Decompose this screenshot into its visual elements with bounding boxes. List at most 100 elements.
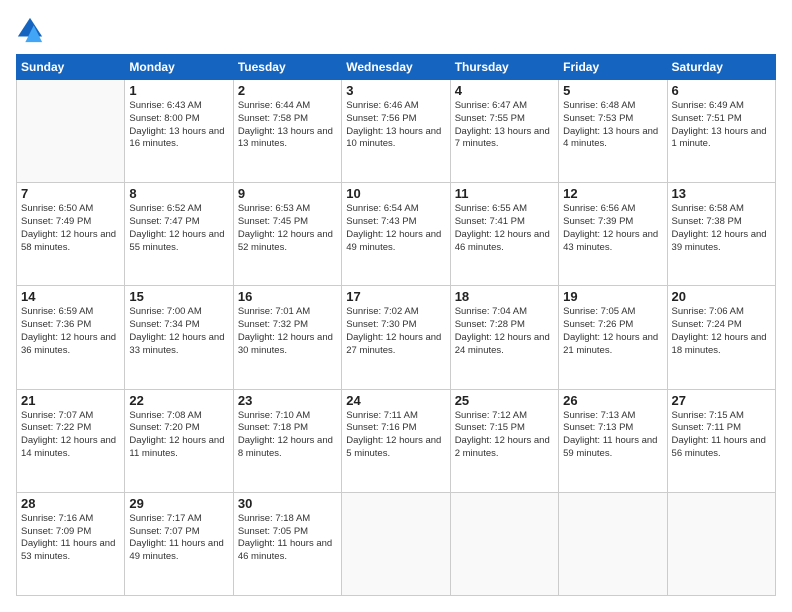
day-number: 19 (563, 289, 662, 304)
calendar-cell: 28 Sunrise: 7:16 AM Sunset: 7:09 PM Dayli… (17, 492, 125, 595)
calendar-cell: 13 Sunrise: 6:58 AM Sunset: 7:38 PM Dayli… (667, 183, 775, 286)
day-info: Sunrise: 6:47 AM Sunset: 7:55 PM Dayligh… (455, 100, 554, 151)
day-number: 27 (672, 393, 771, 408)
calendar-cell: 19 Sunrise: 7:05 AM Sunset: 7:26 PM Dayli… (559, 286, 667, 389)
day-number: 26 (563, 393, 662, 408)
calendar-cell: 2 Sunrise: 6:44 AM Sunset: 7:58 PM Daylig… (233, 80, 341, 183)
calendar-cell: 17 Sunrise: 7:02 AM Sunset: 7:30 PM Dayli… (342, 286, 450, 389)
calendar-header-row: SundayMondayTuesdayWednesdayThursdayFrid… (17, 55, 776, 80)
calendar-cell: 18 Sunrise: 7:04 AM Sunset: 7:28 PM Dayli… (450, 286, 558, 389)
weekday-header: Monday (125, 55, 233, 80)
day-number: 12 (563, 186, 662, 201)
header (16, 16, 776, 44)
day-info: Sunrise: 7:04 AM Sunset: 7:28 PM Dayligh… (455, 306, 554, 357)
day-number: 28 (21, 496, 120, 511)
day-info: Sunrise: 7:15 AM Sunset: 7:11 PM Dayligh… (672, 410, 771, 461)
weekday-header: Wednesday (342, 55, 450, 80)
day-number: 11 (455, 186, 554, 201)
calendar-cell: 8 Sunrise: 6:52 AM Sunset: 7:47 PM Daylig… (125, 183, 233, 286)
calendar-cell: 27 Sunrise: 7:15 AM Sunset: 7:11 PM Dayli… (667, 389, 775, 492)
day-info: Sunrise: 7:02 AM Sunset: 7:30 PM Dayligh… (346, 306, 445, 357)
day-info: Sunrise: 6:59 AM Sunset: 7:36 PM Dayligh… (21, 306, 120, 357)
day-number: 3 (346, 83, 445, 98)
weekday-header: Sunday (17, 55, 125, 80)
calendar-cell: 5 Sunrise: 6:48 AM Sunset: 7:53 PM Daylig… (559, 80, 667, 183)
day-info: Sunrise: 7:16 AM Sunset: 7:09 PM Dayligh… (21, 513, 120, 564)
calendar-cell: 1 Sunrise: 6:43 AM Sunset: 8:00 PM Daylig… (125, 80, 233, 183)
day-info: Sunrise: 7:10 AM Sunset: 7:18 PM Dayligh… (238, 410, 337, 461)
calendar-cell: 30 Sunrise: 7:18 AM Sunset: 7:05 PM Dayli… (233, 492, 341, 595)
day-info: Sunrise: 6:54 AM Sunset: 7:43 PM Dayligh… (346, 203, 445, 254)
day-info: Sunrise: 6:44 AM Sunset: 7:58 PM Dayligh… (238, 100, 337, 151)
calendar-cell: 3Sunrise: 6:46 AM Sunset: 7:56 PM Daylig… (342, 80, 450, 183)
day-number: 24 (346, 393, 445, 408)
calendar-cell: 7 Sunrise: 6:50 AM Sunset: 7:49 PM Daylig… (17, 183, 125, 286)
calendar-cell: 12 Sunrise: 6:56 AM Sunset: 7:39 PM Dayli… (559, 183, 667, 286)
day-number: 9 (238, 186, 337, 201)
day-info: Sunrise: 7:07 AM Sunset: 7:22 PM Dayligh… (21, 410, 120, 461)
day-info: Sunrise: 6:50 AM Sunset: 7:49 PM Dayligh… (21, 203, 120, 254)
day-info: Sunrise: 7:06 AM Sunset: 7:24 PM Dayligh… (672, 306, 771, 357)
page: SundayMondayTuesdayWednesdayThursdayFrid… (0, 0, 792, 612)
calendar-cell: 9 Sunrise: 6:53 AM Sunset: 7:45 PM Daylig… (233, 183, 341, 286)
day-number: 18 (455, 289, 554, 304)
day-info: Sunrise: 7:00 AM Sunset: 7:34 PM Dayligh… (129, 306, 228, 357)
day-number: 4 (455, 83, 554, 98)
day-info: Sunrise: 6:43 AM Sunset: 8:00 PM Dayligh… (129, 100, 228, 151)
day-info: Sunrise: 6:55 AM Sunset: 7:41 PM Dayligh… (455, 203, 554, 254)
logo-icon (16, 16, 44, 44)
day-info: Sunrise: 7:13 AM Sunset: 7:13 PM Dayligh… (563, 410, 662, 461)
weekday-header: Thursday (450, 55, 558, 80)
calendar-cell: 14 Sunrise: 6:59 AM Sunset: 7:36 PM Dayli… (17, 286, 125, 389)
day-info: Sunrise: 6:48 AM Sunset: 7:53 PM Dayligh… (563, 100, 662, 151)
day-number: 16 (238, 289, 337, 304)
day-info: Sunrise: 7:17 AM Sunset: 7:07 PM Dayligh… (129, 513, 228, 564)
weekday-header: Friday (559, 55, 667, 80)
day-number: 2 (238, 83, 337, 98)
day-info: Sunrise: 7:05 AM Sunset: 7:26 PM Dayligh… (563, 306, 662, 357)
day-info: Sunrise: 7:12 AM Sunset: 7:15 PM Dayligh… (455, 410, 554, 461)
day-info: Sunrise: 6:58 AM Sunset: 7:38 PM Dayligh… (672, 203, 771, 254)
calendar-cell: 6Sunrise: 6:49 AM Sunset: 7:51 PM Daylig… (667, 80, 775, 183)
calendar-cell: 29 Sunrise: 7:17 AM Sunset: 7:07 PM Dayli… (125, 492, 233, 595)
day-number: 1 (129, 83, 228, 98)
day-number: 20 (672, 289, 771, 304)
day-number: 8 (129, 186, 228, 201)
calendar-cell: 11 Sunrise: 6:55 AM Sunset: 7:41 PM Dayli… (450, 183, 558, 286)
day-info: Sunrise: 6:52 AM Sunset: 7:47 PM Dayligh… (129, 203, 228, 254)
day-number: 10 (346, 186, 445, 201)
calendar-week-row: 28 Sunrise: 7:16 AM Sunset: 7:09 PM Dayli… (17, 492, 776, 595)
day-number: 6 (672, 83, 771, 98)
day-info: Sunrise: 7:08 AM Sunset: 7:20 PM Dayligh… (129, 410, 228, 461)
day-number: 23 (238, 393, 337, 408)
calendar-week-row: 1 Sunrise: 6:43 AM Sunset: 8:00 PM Daylig… (17, 80, 776, 183)
day-info: Sunrise: 7:11 AM Sunset: 7:16 PM Dayligh… (346, 410, 445, 461)
calendar-cell: 21 Sunrise: 7:07 AM Sunset: 7:22 PM Dayli… (17, 389, 125, 492)
day-number: 22 (129, 393, 228, 408)
day-number: 21 (21, 393, 120, 408)
calendar-cell: 15Sunrise: 7:00 AM Sunset: 7:34 PM Dayli… (125, 286, 233, 389)
day-info: Sunrise: 7:18 AM Sunset: 7:05 PM Dayligh… (238, 513, 337, 564)
day-number: 29 (129, 496, 228, 511)
day-info: Sunrise: 6:53 AM Sunset: 7:45 PM Dayligh… (238, 203, 337, 254)
day-number: 14 (21, 289, 120, 304)
day-number: 30 (238, 496, 337, 511)
calendar-cell: 24 Sunrise: 7:11 AM Sunset: 7:16 PM Dayli… (342, 389, 450, 492)
weekday-header: Saturday (667, 55, 775, 80)
calendar-cell (342, 492, 450, 595)
calendar-cell (559, 492, 667, 595)
calendar-week-row: 21 Sunrise: 7:07 AM Sunset: 7:22 PM Dayli… (17, 389, 776, 492)
day-number: 13 (672, 186, 771, 201)
calendar-cell (17, 80, 125, 183)
calendar-cell: 16 Sunrise: 7:01 AM Sunset: 7:32 PM Dayli… (233, 286, 341, 389)
day-number: 7 (21, 186, 120, 201)
calendar-cell: 25Sunrise: 7:12 AM Sunset: 7:15 PM Dayli… (450, 389, 558, 492)
day-number: 5 (563, 83, 662, 98)
day-info: Sunrise: 7:01 AM Sunset: 7:32 PM Dayligh… (238, 306, 337, 357)
day-info: Sunrise: 6:56 AM Sunset: 7:39 PM Dayligh… (563, 203, 662, 254)
calendar-cell: 26 Sunrise: 7:13 AM Sunset: 7:13 PM Dayli… (559, 389, 667, 492)
calendar-week-row: 14 Sunrise: 6:59 AM Sunset: 7:36 PM Dayli… (17, 286, 776, 389)
calendar-cell: 23 Sunrise: 7:10 AM Sunset: 7:18 PM Dayli… (233, 389, 341, 492)
day-number: 17 (346, 289, 445, 304)
calendar-table: SundayMondayTuesdayWednesdayThursdayFrid… (16, 54, 776, 596)
